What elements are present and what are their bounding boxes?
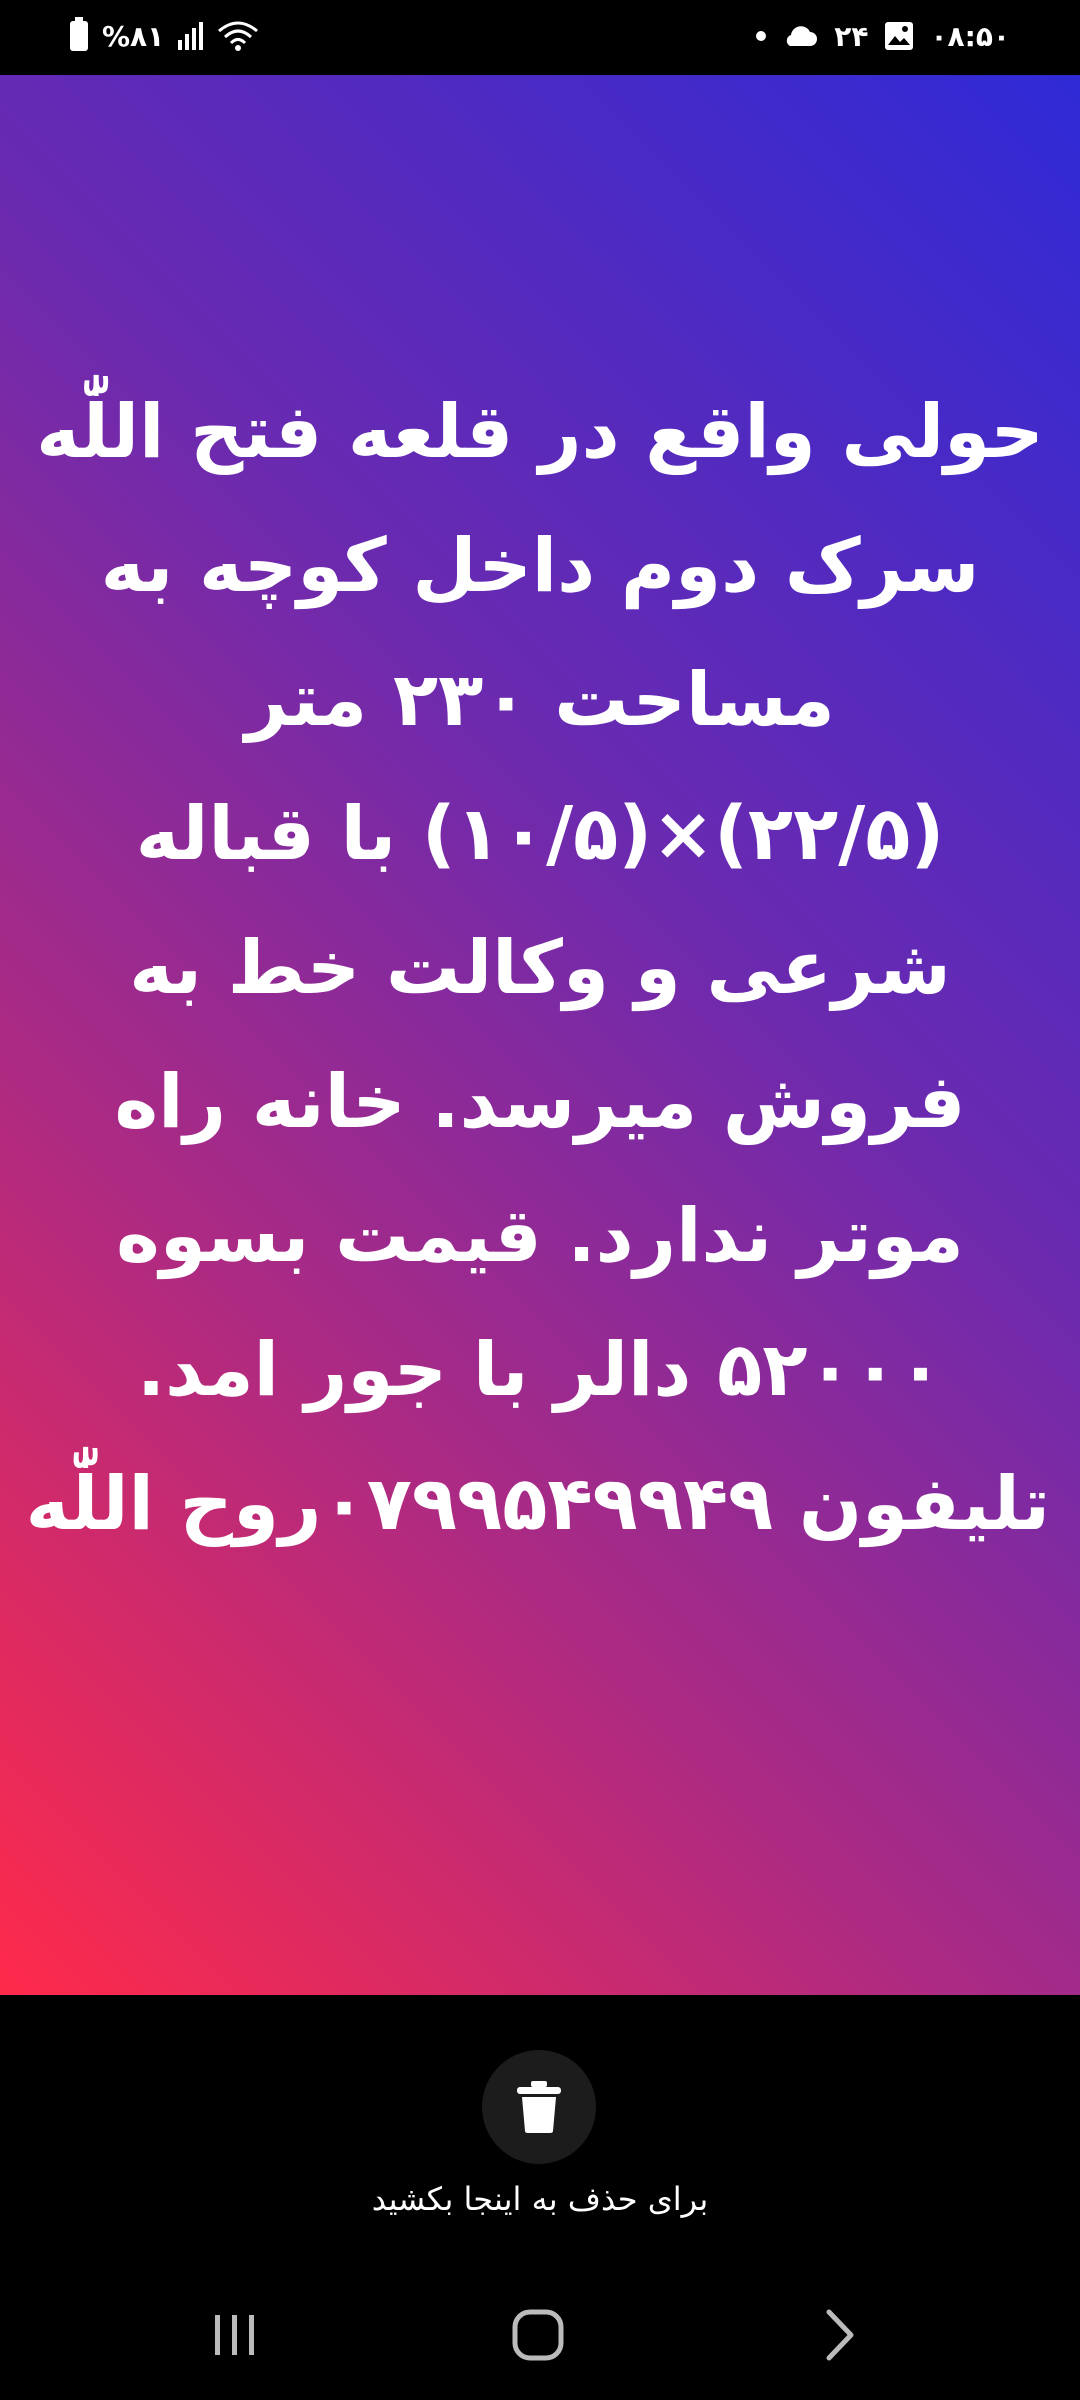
story-canvas[interactable]: حولی واقع در قلعه فتح اللّٰه سرک دوم داخ…: [0, 75, 1080, 1995]
story-line: (۲۲/۵)×(۱۰/۵) با قباله: [135, 791, 945, 877]
trash-button[interactable]: [482, 2050, 596, 2164]
story-line: شرعی و وکالت خط به: [129, 925, 951, 1011]
back-icon: [826, 2309, 854, 2361]
story-line: مساحت ۲۳۰ متر: [245, 657, 835, 743]
recents-button[interactable]: [185, 2295, 285, 2375]
temperature: ۲۴: [834, 19, 869, 53]
signal-icon: [178, 22, 204, 50]
screen: %۸۱ ۲۴ ۰۸:۵۰ حولی واقع در قلعه فتح اللّٰ…: [0, 0, 1080, 2400]
cloud-icon: [787, 26, 818, 46]
trash-hint: برای حذف به اینجا بکشید: [371, 2180, 709, 2218]
status-left: %۸۱: [70, 14, 259, 58]
story-line: ۵۲۰۰۰ دالر با جور امد.: [137, 1327, 943, 1413]
battery-percent: %۸۱: [102, 19, 165, 53]
dot-icon: [756, 31, 767, 41]
battery-icon: [70, 17, 88, 51]
trash-drop-area[interactable]: برای حذف به اینجا بکشید: [0, 1995, 1080, 2275]
home-button[interactable]: [488, 2295, 588, 2375]
home-icon: [512, 2309, 564, 2361]
status-bar: %۸۱ ۲۴ ۰۸:۵۰: [0, 0, 1080, 75]
wifi-icon: [218, 21, 259, 51]
story-line: حولی واقع در قلعه فتح اللّٰه: [36, 389, 1044, 475]
gallery-icon: [885, 22, 914, 50]
clock: ۰۸:۵۰: [930, 19, 1010, 53]
recents-icon: [215, 2315, 254, 2355]
story-text[interactable]: حولی واقع در قلعه فتح اللّٰه سرک دوم داخ…: [25, 365, 1050, 1571]
story-line: فروش میرسد. خانه راه: [114, 1059, 966, 1145]
trash-icon: [517, 2081, 561, 2133]
story-line: موتر ندارد. قیمت بسوه: [116, 1193, 964, 1279]
story-line: سرک دوم داخل کوچه به: [100, 523, 980, 609]
back-button[interactable]: [790, 2295, 890, 2375]
story-line: تلیفون ۰۷۹۹۵۴۹۹۴۹روح اللّٰه: [25, 1461, 1050, 1547]
status-right: ۲۴ ۰۸:۵۰: [756, 14, 1010, 58]
navigation-bar: [0, 2275, 1080, 2400]
